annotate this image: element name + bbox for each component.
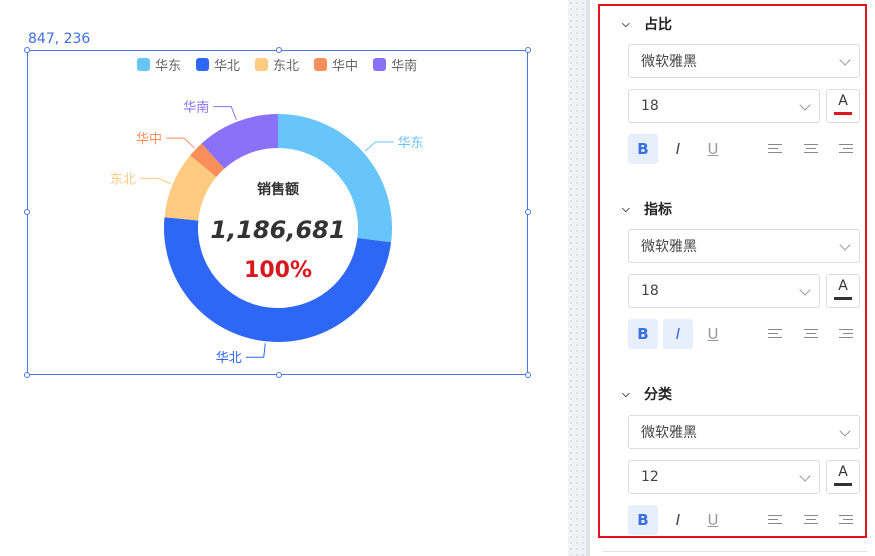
align-right-icon[interactable] <box>839 144 853 156</box>
leader-line <box>364 141 394 152</box>
underline-button[interactable]: U <box>698 319 728 349</box>
italic-button[interactable]: I <box>663 319 693 349</box>
canvas-gutter <box>568 0 586 556</box>
align-left-icon[interactable] <box>768 329 782 341</box>
font-family-select[interactable]: 微软雅黑 <box>628 229 860 263</box>
font-family-select[interactable]: 微软雅黑 <box>628 415 860 449</box>
leader-line <box>166 137 195 149</box>
font-color-button[interactable]: A <box>826 274 860 308</box>
chevron-down-icon: ⌵ <box>622 388 630 400</box>
section-header[interactable]: ⌵ 占比 <box>622 14 672 34</box>
bold-button[interactable]: B <box>628 505 658 535</box>
slice-label: 东北 <box>110 172 136 187</box>
font-color-icon: A <box>838 93 848 109</box>
bold-button[interactable]: B <box>628 319 658 349</box>
chevron-down-icon <box>799 284 811 296</box>
leader-line <box>213 106 237 120</box>
align-left-icon[interactable] <box>768 144 782 156</box>
underline-button[interactable]: U <box>698 505 728 535</box>
chevron-down-icon <box>799 470 811 482</box>
font-color-swatch <box>834 112 852 115</box>
font-family-value: 微软雅黑 <box>641 425 697 441</box>
align-center-icon[interactable] <box>804 144 818 156</box>
chevron-down-icon <box>839 54 851 66</box>
font-size-value: 18 <box>641 283 659 299</box>
chevron-down-icon <box>799 99 811 111</box>
section-title: 占比 <box>644 17 672 33</box>
font-color-icon: A <box>838 278 848 294</box>
font-family-value: 微软雅黑 <box>641 54 697 70</box>
chevron-down-icon: ⌵ <box>622 203 630 215</box>
chevron-down-icon <box>839 425 851 437</box>
panel-divider[interactable] <box>586 0 590 556</box>
font-color-button[interactable]: A <box>826 89 860 123</box>
text-style-panel: ⌵ 占比 微软雅黑 18 A B I U ⌵ 指标 微软雅黑 18 A B I … <box>598 4 867 538</box>
slice-label: 华中 <box>136 132 162 147</box>
font-color-icon: A <box>838 464 848 480</box>
section-header[interactable]: ⌵ 分类 <box>622 384 672 404</box>
font-family-select[interactable]: 微软雅黑 <box>628 44 860 78</box>
bold-button[interactable]: B <box>628 134 658 164</box>
align-center-icon[interactable] <box>804 329 818 341</box>
underline-button[interactable]: U <box>698 134 728 164</box>
align-right-icon[interactable] <box>839 515 853 527</box>
panel-bottom-divider <box>602 551 867 552</box>
italic-button[interactable]: I <box>663 134 693 164</box>
font-color-swatch <box>834 297 852 300</box>
section-title: 分类 <box>644 387 672 403</box>
slice-label: 华东 <box>398 136 424 151</box>
italic-button[interactable]: I <box>663 505 693 535</box>
design-canvas[interactable]: 847, 236 华东 华北 东北 华中 华南 华东 华北 东北 华中 华南 销… <box>0 0 568 556</box>
align-right-icon[interactable] <box>839 329 853 341</box>
section-header[interactable]: ⌵ 指标 <box>622 199 672 219</box>
font-size-value: 18 <box>641 98 659 114</box>
leader-line <box>139 177 172 185</box>
font-size-value: 12 <box>641 469 659 485</box>
slice-label: 华北 <box>216 351 242 366</box>
font-family-value: 微软雅黑 <box>641 239 697 255</box>
font-size-select[interactable]: 18 <box>628 89 820 123</box>
center-percent: 100% <box>244 258 312 283</box>
font-size-select[interactable]: 12 <box>628 460 820 494</box>
section-title: 指标 <box>644 202 672 218</box>
chevron-down-icon: ⌵ <box>622 18 630 30</box>
font-color-button[interactable]: A <box>826 460 860 494</box>
center-value: 1,186,681 <box>210 216 345 244</box>
center-title: 销售额 <box>257 181 299 198</box>
donut-chart[interactable]: 华东华北 东北 华中 华南 销售额 1,186,681 100% <box>0 0 568 400</box>
chevron-down-icon <box>839 239 851 251</box>
slice-label: 华南 <box>183 100 209 116</box>
font-color-swatch <box>834 483 852 486</box>
align-left-icon[interactable] <box>768 515 782 527</box>
font-size-select[interactable]: 18 <box>628 274 820 308</box>
align-center-icon[interactable] <box>804 515 818 527</box>
leader-line <box>245 343 266 358</box>
